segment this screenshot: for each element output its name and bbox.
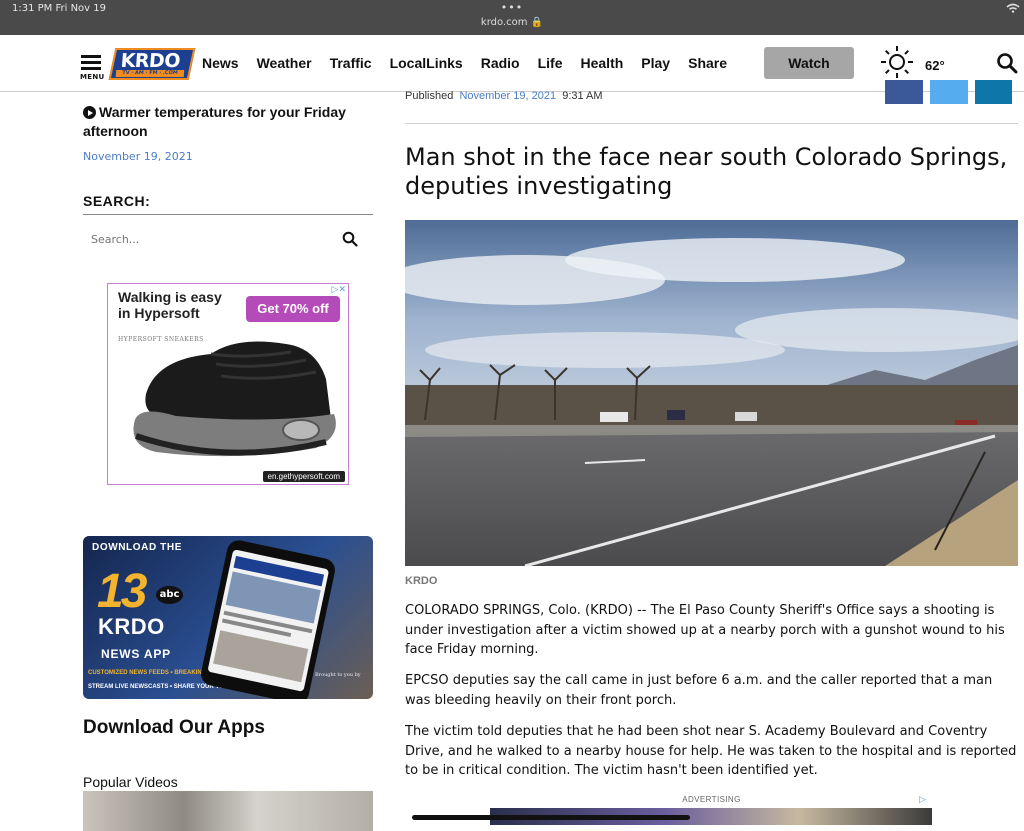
- article-paragraph: COLORADO SPRINGS, Colo. (KRDO) -- The El…: [405, 603, 1005, 657]
- facebook-share-button[interactable]: [885, 80, 923, 104]
- published-time: 9:31 AM: [562, 90, 603, 102]
- address-bar[interactable]: krdo.com 🔒: [0, 17, 1024, 28]
- sidebar-story-link[interactable]: Warmer temperatures for your Friday afte…: [83, 103, 378, 141]
- logo-text: KRDO: [119, 50, 181, 72]
- browser-status-bar: 1:31 PM Fri Nov 19 ••• krdo.com 🔒: [0, 0, 1024, 35]
- hamburger-icon-bar: [81, 67, 101, 70]
- published-label: Published: [405, 90, 454, 102]
- site-header: MENU KRDO TV · AM · FM · .COM News Weath…: [0, 35, 1024, 92]
- article-hero-image[interactable]: [405, 220, 1018, 566]
- ad-station-name: KRDO: [98, 614, 165, 639]
- ad-app-name: NEWS APP: [101, 647, 171, 661]
- search-icon[interactable]: [342, 231, 358, 247]
- ad-choices-icon[interactable]: ▷✕: [332, 285, 346, 295]
- nav-item-traffic[interactable]: Traffic: [330, 55, 372, 71]
- hamburger-icon: [81, 55, 101, 58]
- ad-choices-icon[interactable]: ▷: [919, 795, 926, 805]
- ad-channel-number: 13: [97, 565, 147, 618]
- linkedin-share-button[interactable]: [975, 80, 1012, 104]
- popular-video-thumbnail[interactable]: [83, 791, 373, 831]
- search-icon[interactable]: [996, 52, 1018, 74]
- article-headline: Man shot in the face near south Colorado…: [405, 143, 1008, 200]
- phone-screen-image: [213, 630, 309, 683]
- nav-item-radio[interactable]: Radio: [481, 55, 520, 71]
- nav-item-locallinks[interactable]: LocalLinks: [390, 55, 463, 71]
- search-input[interactable]: [91, 230, 331, 248]
- ad-krdo-news-app[interactable]: DOWNLOAD THE 13 abc KRDO NEWS APP CUSTOM…: [83, 536, 373, 699]
- watch-button[interactable]: Watch: [764, 47, 854, 79]
- ad-title: Walking is easy in Hypersoft: [118, 289, 222, 321]
- nav-item-play[interactable]: Play: [641, 55, 670, 71]
- sidebar-story-date: November 19, 2021: [83, 150, 193, 163]
- sneaker-image: [133, 341, 336, 457]
- phone-screen: [207, 549, 330, 692]
- nav-item-weather[interactable]: Weather: [257, 55, 312, 71]
- published-line: Published November 19, 2021 9:31 AM: [405, 90, 603, 102]
- krdo-logo[interactable]: KRDO TV · AM · FM · .COM: [108, 48, 196, 80]
- play-icon: [83, 106, 96, 119]
- ad-url: en.gethypersoft.com: [262, 471, 345, 482]
- ad-offer-button[interactable]: Get 70% off: [246, 296, 340, 322]
- hamburger-icon-bar: [81, 61, 101, 64]
- image-credit: KRDO: [405, 575, 438, 587]
- logo-subtitle: TV · AM · FM · .COM: [115, 70, 185, 77]
- sidebar-story-title: Warmer temperatures for your Friday afte…: [83, 104, 346, 139]
- sun-icon[interactable]: [880, 45, 914, 79]
- wifi-icon: [1006, 3, 1020, 13]
- divider: [83, 214, 373, 215]
- main-nav: News Weather Traffic LocalLinks Radio Li…: [202, 55, 745, 71]
- download-apps-heading: Download Our Apps: [83, 717, 265, 738]
- advertising-label: ADVERTISING: [682, 795, 741, 804]
- temperature: 62°: [925, 58, 945, 73]
- search-heading: SEARCH:: [83, 193, 151, 209]
- twitter-share-button[interactable]: [930, 80, 968, 104]
- nav-item-news[interactable]: News: [202, 55, 239, 71]
- tab-dots-icon[interactable]: •••: [0, 1, 1024, 14]
- divider: [405, 123, 1018, 124]
- ad-sponsor: Brought to you by: [315, 672, 361, 678]
- ad-hypersoft[interactable]: Walking is easy in Hypersoft HYPERSOFT S…: [107, 283, 349, 485]
- popular-videos-heading: Popular Videos: [83, 774, 178, 790]
- ad-download-the: DOWNLOAD THE: [92, 542, 182, 553]
- nav-item-share[interactable]: Share: [688, 55, 727, 71]
- menu-label: MENU: [80, 73, 105, 81]
- search-form: [83, 222, 373, 256]
- abc-logo: abc: [156, 586, 183, 604]
- nav-item-health[interactable]: Health: [581, 55, 624, 71]
- home-indicator[interactable]: [412, 815, 690, 820]
- menu-button[interactable]: MENU: [80, 55, 104, 83]
- article-paragraph: The victim told deputies that he had bee…: [405, 724, 1017, 778]
- published-date: November 19, 2021: [459, 90, 557, 102]
- article-paragraph: EPCSO deputies say the call came in just…: [405, 673, 993, 708]
- nav-item-life[interactable]: Life: [538, 55, 563, 71]
